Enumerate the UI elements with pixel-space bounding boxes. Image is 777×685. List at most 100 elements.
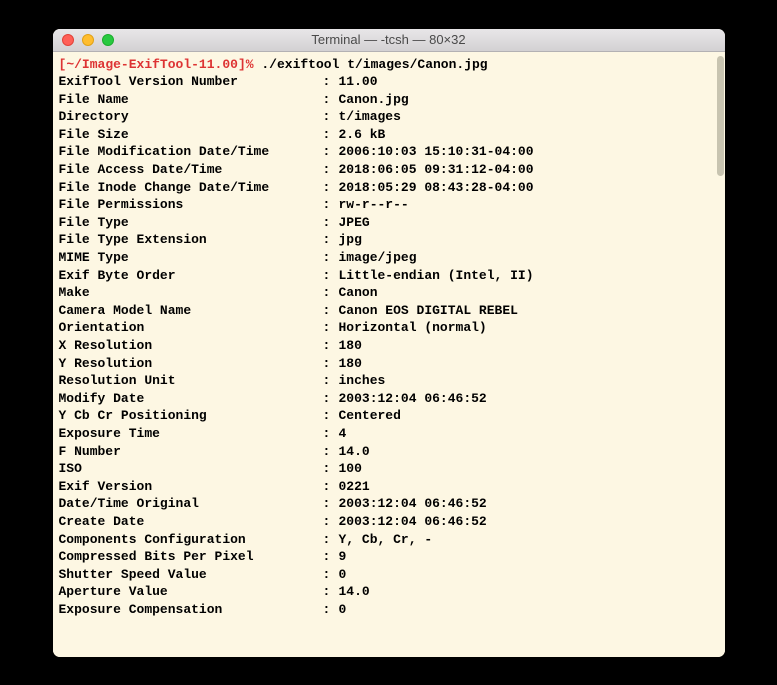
output-colon: : bbox=[323, 319, 339, 337]
prompt-line: [~/Image-ExifTool-11.00]% ./exiftool t/i… bbox=[59, 56, 719, 74]
output-colon: : bbox=[323, 390, 339, 408]
output-row: File Size: 2.6 kB bbox=[59, 126, 719, 144]
output-label: File Inode Change Date/Time bbox=[59, 179, 323, 197]
output-colon: : bbox=[323, 267, 339, 285]
output-value: 11.00 bbox=[339, 73, 719, 91]
output-value: 14.0 bbox=[339, 583, 719, 601]
output-value: 14.0 bbox=[339, 443, 719, 461]
output-value: 0 bbox=[339, 566, 719, 584]
output-row: Modify Date: 2003:12:04 06:46:52 bbox=[59, 390, 719, 408]
output-value: 2003:12:04 06:46:52 bbox=[339, 495, 719, 513]
prompt-bracket-close: ]% bbox=[238, 57, 254, 72]
minimize-button[interactable] bbox=[82, 34, 94, 46]
output-row: Date/Time Original: 2003:12:04 06:46:52 bbox=[59, 495, 719, 513]
output-colon: : bbox=[323, 249, 339, 267]
output-row: File Permissions: rw-r--r-- bbox=[59, 196, 719, 214]
output-colon: : bbox=[323, 548, 339, 566]
output-label: Exposure Time bbox=[59, 425, 323, 443]
output-label: Create Date bbox=[59, 513, 323, 531]
output-label: ExifTool Version Number bbox=[59, 73, 323, 91]
output-row: Compressed Bits Per Pixel: 9 bbox=[59, 548, 719, 566]
output-value: t/images bbox=[339, 108, 719, 126]
output-row: ExifTool Version Number: 11.00 bbox=[59, 73, 719, 91]
output-label: Compressed Bits Per Pixel bbox=[59, 548, 323, 566]
output-label: ISO bbox=[59, 460, 323, 478]
output-label: MIME Type bbox=[59, 249, 323, 267]
output-row: Camera Model Name: Canon EOS DIGITAL REB… bbox=[59, 302, 719, 320]
output-label: Camera Model Name bbox=[59, 302, 323, 320]
output-colon: : bbox=[323, 337, 339, 355]
output-value: 2003:12:04 06:46:52 bbox=[339, 513, 719, 531]
output-value: 9 bbox=[339, 548, 719, 566]
output-label: Shutter Speed Value bbox=[59, 566, 323, 584]
output-row: Aperture Value: 14.0 bbox=[59, 583, 719, 601]
output-colon: : bbox=[323, 425, 339, 443]
output-row: File Type: JPEG bbox=[59, 214, 719, 232]
output-value: Little-endian (Intel, II) bbox=[339, 267, 719, 285]
output-row: Exif Byte Order: Little-endian (Intel, I… bbox=[59, 267, 719, 285]
terminal-body[interactable]: [~/Image-ExifTool-11.00]% ./exiftool t/i… bbox=[53, 52, 725, 657]
output-row: Resolution Unit: inches bbox=[59, 372, 719, 390]
output-colon: : bbox=[323, 73, 339, 91]
output-value: Canon.jpg bbox=[339, 91, 719, 109]
output-row: File Name: Canon.jpg bbox=[59, 91, 719, 109]
output-value: Horizontal (normal) bbox=[339, 319, 719, 337]
output-label: Aperture Value bbox=[59, 583, 323, 601]
close-button[interactable] bbox=[62, 34, 74, 46]
output-value: 180 bbox=[339, 355, 719, 373]
output-value: 0 bbox=[339, 601, 719, 619]
output-value: Y, Cb, Cr, - bbox=[339, 531, 719, 549]
output-colon: : bbox=[323, 601, 339, 619]
output-row: Exposure Time: 4 bbox=[59, 425, 719, 443]
output-colon: : bbox=[323, 478, 339, 496]
output-colon: : bbox=[323, 443, 339, 461]
output-row: MIME Type: image/jpeg bbox=[59, 249, 719, 267]
output-row: Y Resolution: 180 bbox=[59, 355, 719, 373]
output-colon: : bbox=[323, 355, 339, 373]
output-value: JPEG bbox=[339, 214, 719, 232]
output-colon: : bbox=[323, 495, 339, 513]
output-label: File Name bbox=[59, 91, 323, 109]
zoom-button[interactable] bbox=[102, 34, 114, 46]
output-colon: : bbox=[323, 161, 339, 179]
output-colon: : bbox=[323, 513, 339, 531]
output-value: 2018:05:29 08:43:28-04:00 bbox=[339, 179, 719, 197]
output-label: File Modification Date/Time bbox=[59, 143, 323, 161]
output-label: File Access Date/Time bbox=[59, 161, 323, 179]
output-label: Exposure Compensation bbox=[59, 601, 323, 619]
output-value: 0221 bbox=[339, 478, 719, 496]
titlebar[interactable]: Terminal — -tcsh — 80×32 bbox=[53, 29, 725, 52]
output-value: Canon EOS DIGITAL REBEL bbox=[339, 302, 719, 320]
output-label: X Resolution bbox=[59, 337, 323, 355]
output-row: Make: Canon bbox=[59, 284, 719, 302]
output-label: Make bbox=[59, 284, 323, 302]
output-label: File Type bbox=[59, 214, 323, 232]
output-colon: : bbox=[323, 179, 339, 197]
output-colon: : bbox=[323, 372, 339, 390]
scrollbar-thumb[interactable] bbox=[717, 56, 724, 176]
command-text: ./exiftool t/images/Canon.jpg bbox=[261, 57, 487, 72]
output-label: Y Resolution bbox=[59, 355, 323, 373]
output-colon: : bbox=[323, 460, 339, 478]
output-label: Orientation bbox=[59, 319, 323, 337]
terminal-window: Terminal — -tcsh — 80×32 [~/Image-ExifTo… bbox=[53, 29, 725, 657]
output-label: Modify Date bbox=[59, 390, 323, 408]
output-value: Centered bbox=[339, 407, 719, 425]
output-colon: : bbox=[323, 126, 339, 144]
output-label: F Number bbox=[59, 443, 323, 461]
output-value: 180 bbox=[339, 337, 719, 355]
output-row: Exif Version: 0221 bbox=[59, 478, 719, 496]
output-row: Y Cb Cr Positioning: Centered bbox=[59, 407, 719, 425]
output-value: 4 bbox=[339, 425, 719, 443]
output-value: Canon bbox=[339, 284, 719, 302]
output-colon: : bbox=[323, 231, 339, 249]
output-colon: : bbox=[323, 143, 339, 161]
output-colon: : bbox=[323, 583, 339, 601]
output-value: rw-r--r-- bbox=[339, 196, 719, 214]
output-label: File Size bbox=[59, 126, 323, 144]
output-label: Date/Time Original bbox=[59, 495, 323, 513]
output-value: image/jpeg bbox=[339, 249, 719, 267]
output-label: Exif Byte Order bbox=[59, 267, 323, 285]
output-label: File Permissions bbox=[59, 196, 323, 214]
output-row: ISO: 100 bbox=[59, 460, 719, 478]
